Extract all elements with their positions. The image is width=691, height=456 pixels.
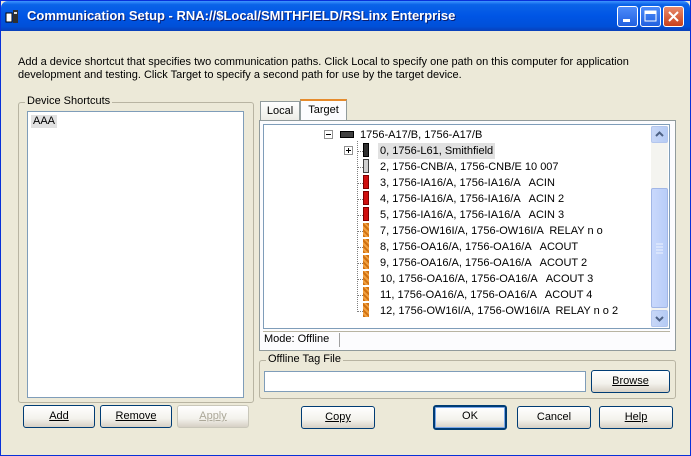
mode-status: Mode: Offline [264, 333, 330, 345]
expand-icon[interactable] [344, 146, 353, 155]
maximize-button[interactable] [640, 6, 661, 27]
cancel-button-label: Cancel [536, 411, 572, 423]
title-bar[interactable]: Communication Setup - RNA://$Local/SMITH… [1, 1, 690, 31]
copy-button[interactable]: Copy [301, 406, 375, 429]
tree-item-slot-4[interactable]: 4, 1756-IA16/A, 1756-IA16/A ACIN 2 [380, 191, 564, 207]
offline-tag-file-label: Offline Tag File [266, 353, 343, 365]
output-module-icon [363, 223, 369, 237]
scroll-down-button[interactable] [651, 310, 668, 327]
tree-item-slot-10[interactable]: 10, 1756-OA16/A, 1756-OA16/A ACOUT 3 [380, 271, 593, 287]
ok-button-label: OK [462, 410, 478, 422]
output-module-icon [363, 287, 369, 301]
minimize-icon [623, 19, 630, 22]
tab-local[interactable]: Local [260, 101, 300, 121]
tree-root-chassis[interactable]: 1756-A17/B, 1756-A17/B [360, 127, 482, 143]
apply-button-label: Apply [199, 410, 227, 422]
chevron-down-icon [655, 316, 664, 322]
input-module-icon [363, 175, 369, 189]
scroll-thumb[interactable] [651, 188, 668, 308]
scroll-up-button[interactable] [651, 126, 668, 143]
chassis-icon [340, 131, 354, 138]
tree-item-slot-5[interactable]: 5, 1756-IA16/A, 1756-IA16/A ACIN 3 [380, 207, 564, 223]
tree-status-bar: Mode: Offline [263, 331, 670, 347]
instructions-text: Add a device shortcut that specifies two… [18, 56, 629, 81]
maximize-icon [644, 10, 657, 22]
tree-item-slot-12[interactable]: 12, 1756-OW16I/A, 1756-OW16I/A RELAY n o… [380, 303, 618, 319]
cancel-button[interactable]: Cancel [517, 406, 591, 429]
rslinx-app-icon [5, 10, 18, 23]
chevron-up-icon [655, 131, 664, 137]
add-button-label: Add [49, 410, 69, 422]
browse-button[interactable]: Browse [591, 370, 670, 393]
help-button[interactable]: Help [599, 406, 673, 429]
tree-item-slot-11[interactable]: 11, 1756-OA16/A, 1756-OA16/A ACOUT 4 [380, 287, 592, 303]
collapse-icon[interactable] [324, 130, 333, 139]
offline-tag-file-input[interactable] [264, 371, 586, 392]
grip-icon [656, 243, 663, 254]
apply-button[interactable]: Apply [177, 405, 249, 428]
device-tree[interactable]: 1756-A17/B, 1756-A17/B 0, 1756-L61, Smit… [263, 124, 670, 329]
tree-item-slot-2[interactable]: 2, 1756-CNB/A, 1756-CNB/E 10 007 [380, 159, 559, 175]
tree-item-slot-7[interactable]: 7, 1756-OW16I/A, 1756-OW16I/A RELAY n o [380, 223, 603, 239]
shortcut-item-aaa[interactable]: AAA [31, 115, 58, 128]
output-module-icon [363, 271, 369, 285]
tree-scrollbar[interactable] [651, 126, 668, 327]
tree-item-slot-9[interactable]: 9, 1756-OA16/A, 1756-OA16/A ACOUT 2 [380, 255, 587, 271]
browse-button-label: Browse [612, 375, 649, 387]
status-divider [339, 333, 340, 347]
remove-button-label: Remove [115, 410, 157, 422]
remove-button[interactable]: Remove [100, 405, 172, 428]
device-shortcuts-list[interactable]: AAA [27, 111, 244, 398]
controller-module-icon [363, 143, 369, 157]
tree-item-slot-3[interactable]: 3, 1756-IA16/A, 1756-IA16/A ACIN [380, 175, 555, 191]
tree-item-slot-0[interactable]: 0, 1756-L61, Smithfield [378, 143, 496, 159]
input-module-icon [363, 191, 369, 205]
copy-button-label: Copy [325, 411, 351, 423]
device-shortcuts-label: Device Shortcuts [25, 95, 113, 107]
output-module-icon [363, 303, 369, 317]
help-button-label: Help [624, 411, 648, 423]
add-button[interactable]: Add [23, 405, 95, 428]
window-title: Communication Setup - RNA://$Local/SMITH… [27, 8, 456, 23]
input-module-icon [363, 207, 369, 221]
output-module-icon [363, 239, 369, 253]
close-button[interactable] [663, 6, 684, 27]
communication-setup-window: Communication Setup - RNA://$Local/SMITH… [0, 0, 691, 456]
ok-button[interactable]: OK [433, 405, 507, 430]
minimize-button[interactable] [617, 6, 638, 27]
tree-item-slot-8[interactable]: 8, 1756-OA16/A, 1756-OA16/A ACOUT [380, 239, 578, 255]
output-module-icon [363, 255, 369, 269]
close-icon [668, 11, 679, 22]
tab-target[interactable]: Target [300, 99, 347, 121]
network-module-icon [363, 159, 369, 173]
